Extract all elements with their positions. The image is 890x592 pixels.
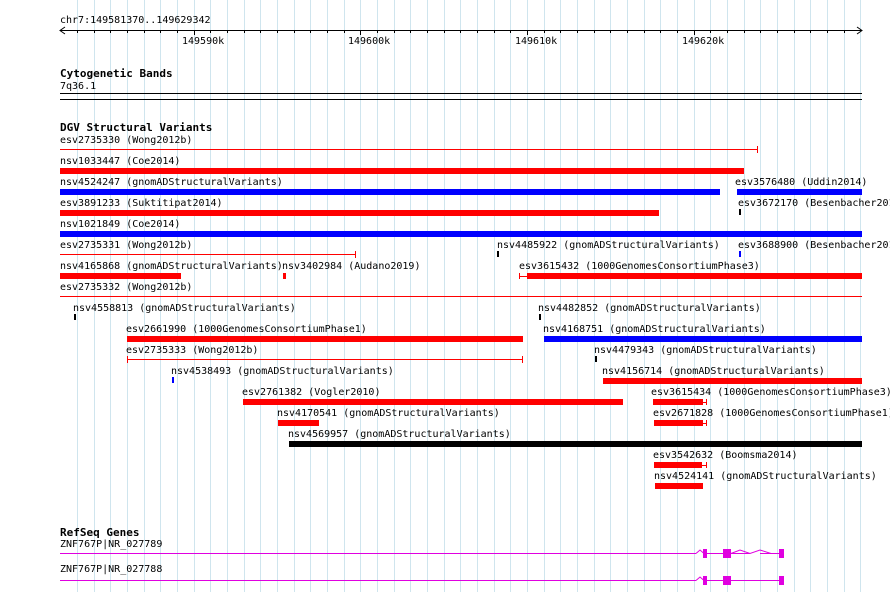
- feature-esv3576480[interactable]: [737, 189, 862, 195]
- feature-esv2735333[interactable]: [127, 356, 523, 363]
- cytoband-label: 7q36.1: [60, 81, 97, 92]
- feature-esv2661990[interactable]: [127, 336, 523, 342]
- gene-ZNF767P-NR_027788[interactable]: [0, 572, 890, 592]
- feature-label: esv3672170 (Besenbacher2016): [738, 198, 890, 209]
- feature-esv2735331[interactable]: [60, 251, 356, 258]
- feature-label: nsv1021849 (Coe2014): [60, 219, 181, 230]
- feature-label: esv2761382 (Vogler2010): [242, 387, 381, 398]
- feature-esv3688900[interactable]: [739, 251, 741, 257]
- feature-label: esv2735331 (Wong2012b): [60, 240, 193, 251]
- feature-label: esv2661990 (1000GenomesConsortiumPhase1): [126, 324, 367, 335]
- feature-label: nsv4156714 (gnomADStructuralVariants): [602, 366, 825, 377]
- feature-label: esv3688900 (Besenbacher2016): [738, 240, 890, 251]
- ruler-axis: [59, 26, 863, 35]
- feature-label: nsv4558813 (gnomADStructuralVariants): [73, 303, 296, 314]
- feature-label: esv2735332 (Wong2012b): [60, 282, 193, 293]
- feature-esv3891233[interactable]: [60, 210, 659, 216]
- feature-nsv4482852[interactable]: [539, 314, 541, 320]
- feature-label: esv3615432 (1000GenomesConsortiumPhase3): [519, 261, 760, 272]
- feature-label: nsv3402984 (Audano2019): [282, 261, 421, 272]
- feature-nsv4165868[interactable]: [60, 273, 181, 279]
- feature-nsv4485922[interactable]: [497, 251, 499, 257]
- feature-label: nsv4485922 (gnomADStructuralVariants): [497, 240, 720, 251]
- feature-nsv4156714[interactable]: [603, 378, 862, 384]
- feature-esv2735330[interactable]: [60, 146, 758, 153]
- feature-nsv4569957[interactable]: [289, 441, 862, 447]
- feature-label: esv2671828 (1000GenomesConsortiumPhase1): [653, 408, 890, 419]
- ruler-tick-label: 149590k: [182, 36, 225, 47]
- feature-label: nsv4524247 (gnomADStructuralVariants): [60, 177, 283, 188]
- feature-label: esv2735330 (Wong2012b): [60, 135, 193, 146]
- feature-nsv1021849[interactable]: [60, 231, 862, 237]
- feature-esv3542632[interactable]: [654, 462, 707, 468]
- feature-label: nsv1033447 (Coe2014): [60, 156, 181, 167]
- feature-label: nsv4479343 (gnomADStructuralVariants): [594, 345, 817, 356]
- cytoband-bar-bottom: [60, 99, 862, 100]
- feature-nsv3402984[interactable]: [283, 273, 286, 279]
- gene-ZNF767P-NR_027789[interactable]: [0, 545, 890, 565]
- feature-label: esv3615434 (1000GenomesConsortiumPhase3): [651, 387, 890, 398]
- feature-label: esv3576480 (Uddin2014): [735, 177, 868, 188]
- feature-label: esv2735333 (Wong2012b): [126, 345, 259, 356]
- ruler-tick-label: 149620k: [682, 36, 725, 47]
- feature-label: nsv4524141 (gnomADStructuralVariants): [654, 471, 877, 482]
- cytoband-bar[interactable]: [60, 93, 862, 94]
- feature-label: nsv4482852 (gnomADStructuralVariants): [538, 303, 761, 314]
- ruler-tick-label: 149610k: [515, 36, 558, 47]
- feature-esv3615432[interactable]: [519, 273, 862, 279]
- feature-esv2735332[interactable]: [60, 296, 862, 297]
- genome-browser-view: chr7:149581370..149629342 149590k 149600…: [0, 0, 890, 592]
- cytogenetic-track-title[interactable]: Cytogenetic Bands: [60, 67, 173, 80]
- feature-nsv4558813[interactable]: [74, 314, 76, 320]
- feature-nsv4524141[interactable]: [655, 483, 703, 489]
- feature-esv2761382[interactable]: [243, 399, 623, 405]
- feature-label: nsv4569957 (gnomADStructuralVariants): [288, 429, 511, 440]
- dgv-track-title[interactable]: DGV Structural Variants: [60, 121, 212, 134]
- feature-nsv4538493[interactable]: [172, 377, 174, 383]
- feature-esv3615434[interactable]: [653, 399, 707, 405]
- feature-label: esv3891233 (Suktitipat2014): [60, 198, 223, 209]
- feature-nsv4524247[interactable]: [60, 189, 720, 195]
- refseq-track-title[interactable]: RefSeq Genes: [60, 526, 139, 539]
- feature-label: nsv4170541 (gnomADStructuralVariants): [277, 408, 500, 419]
- feature-label: nsv4168751 (gnomADStructuralVariants): [543, 324, 766, 335]
- feature-esv3672170[interactable]: [739, 209, 741, 215]
- feature-nsv4168751[interactable]: [544, 336, 862, 342]
- feature-esv2671828[interactable]: [654, 420, 707, 426]
- feature-label: nsv4538493 (gnomADStructuralVariants): [171, 366, 394, 377]
- feature-label: esv3542632 (Boomsma2014): [653, 450, 798, 461]
- feature-label: nsv4165868 (gnomADStructuralVariants): [60, 261, 283, 272]
- feature-nsv4170541[interactable]: [278, 420, 319, 426]
- ruler-tick-label: 149600k: [348, 36, 391, 47]
- feature-nsv1033447[interactable]: [60, 168, 744, 174]
- feature-nsv4479343[interactable]: [595, 356, 597, 362]
